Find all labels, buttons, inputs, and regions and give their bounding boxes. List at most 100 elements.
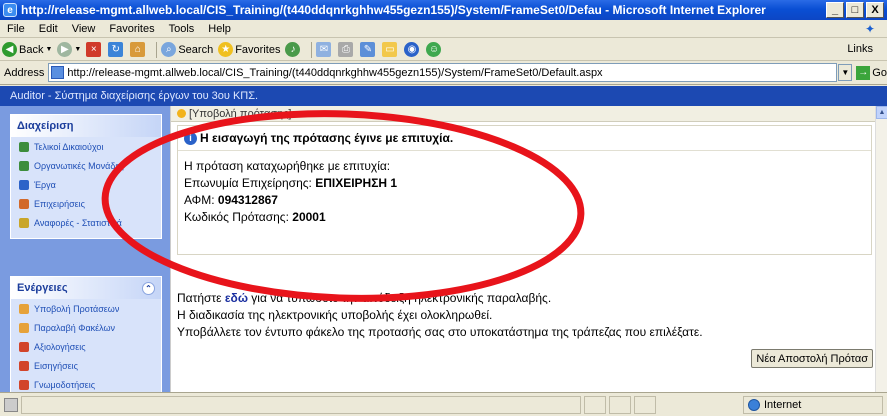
sidebar-item-receive-folders[interactable]: Παραλαβή Φακέλων xyxy=(11,318,161,337)
address-input[interactable]: http://release-mgmt.allweb.local/CIS_Tra… xyxy=(48,63,838,82)
windows-flag-icon: ✦ xyxy=(865,22,876,36)
management-panel-title: Διαχείριση xyxy=(17,120,74,132)
detail-line: Επωνυμία Επιχείρησης: ΕΠΙΧΕΙΡΗΣΗ 1 xyxy=(184,175,871,192)
forward-arrow-icon: ▶ xyxy=(57,42,73,57)
sidebar-item-label: Αναφορές - Στατιστικά xyxy=(34,217,122,228)
success-title: i Η εισαγωγή της πρότασης έγινε με επιτυ… xyxy=(178,126,871,151)
collapse-icon[interactable]: ⌃ xyxy=(142,281,155,295)
search-label: Search xyxy=(178,43,214,56)
close-button[interactable]: X xyxy=(866,2,884,18)
address-dropdown-button[interactable]: ▼ xyxy=(838,64,853,81)
scroll-up-icon[interactable]: ▲ xyxy=(876,106,887,119)
sidebar-item-label: Εισηγήσεις xyxy=(34,360,78,371)
star-icon: ★ xyxy=(218,42,234,57)
printer-icon: ⎙ xyxy=(338,42,354,57)
sidebar-item-businesses[interactable]: Επιχειρήσεις xyxy=(11,194,161,213)
menu-view[interactable]: View xyxy=(65,23,103,35)
instructions: Πατήστε εδώ για να τυπώσετε την απόδειξη… xyxy=(177,290,703,341)
go-label: Go xyxy=(872,66,887,79)
edit-button[interactable]: ✎ xyxy=(360,42,377,57)
title-bar: e http://release-mgmt.allweb.local/CIS_T… xyxy=(0,0,887,20)
back-button[interactable]: ◀ Back ▼ xyxy=(2,42,52,57)
sidebar-item-org-units[interactable]: Οργανωτικές Μονάδες xyxy=(11,156,161,175)
home-icon: ⌂ xyxy=(130,42,146,57)
sidebar-item-reports[interactable]: Αναφορές - Στατιστικά xyxy=(11,213,161,232)
actions-panel-title: Ενέργειες xyxy=(17,282,68,294)
back-arrow-icon: ◀ xyxy=(2,42,17,57)
mail-button[interactable]: ✉ xyxy=(316,42,333,57)
messenger-button[interactable]: ☺ xyxy=(426,42,443,57)
print-receipt-link[interactable]: εδώ xyxy=(225,291,248,305)
project-icon xyxy=(19,179,29,190)
new-submission-button[interactable]: Νέα Αποστολή Πρότασ xyxy=(751,349,873,368)
print-button[interactable]: ⎙ xyxy=(338,42,355,57)
submit-icon xyxy=(19,303,29,314)
status-cell xyxy=(609,395,631,414)
toolbar: ◀ Back ▼ ▶ ▼ × ↻ ⌂ ⌕ Search ★ Favorites … xyxy=(0,39,887,61)
instruction-line: Η διαδικασία της ηλεκτρονικής υποβολής έ… xyxy=(177,308,493,322)
people-icon xyxy=(19,141,29,152)
sidebar-item-submit-proposals[interactable]: Υποβολή Προτάσεων xyxy=(11,299,161,318)
success-title-text: Η εισαγωγή της πρότασης έγινε με επιτυχί… xyxy=(200,131,454,145)
tax-id-value: 094312867 xyxy=(217,193,278,207)
status-text-cell xyxy=(21,395,581,414)
success-message-box: i Η εισαγωγή της πρότασης έγινε με επιτυ… xyxy=(177,125,872,255)
status-cell xyxy=(584,395,606,414)
security-zone: Internet xyxy=(743,396,883,414)
messenger-icon: ☺ xyxy=(426,42,442,57)
minimize-button[interactable]: _ xyxy=(826,2,844,18)
sidebar-item-label: Αξιολογήσεις xyxy=(34,341,86,352)
vertical-scrollbar[interactable]: ▲ xyxy=(875,106,887,392)
menu-edit[interactable]: Edit xyxy=(32,23,65,35)
favorites-label: Favorites xyxy=(235,43,281,56)
favorites-button[interactable]: ★ Favorites xyxy=(218,42,280,57)
mail-icon: ✉ xyxy=(316,42,332,57)
folder-button[interactable]: ▭ xyxy=(382,42,399,57)
sidebar-item-label: Υποβολή Προτάσεων xyxy=(34,303,120,314)
menu-favorites[interactable]: Favorites xyxy=(102,23,161,35)
sidebar-item-opinions[interactable]: Γνωμοδοτήσεις xyxy=(11,375,161,392)
management-panel: Διαχείριση Τελικοί Δικαιούχοι Οργανωτικέ… xyxy=(10,114,162,239)
actions-panel-header[interactable]: Ενέργειες ⌃ xyxy=(11,277,161,299)
menu-help[interactable]: Help xyxy=(201,23,238,35)
sidebar-item-recommendations[interactable]: Εισηγήσεις xyxy=(11,356,161,375)
address-bar: Address http://release-mgmt.allweb.local… xyxy=(0,61,887,85)
sidebar-item-evaluations[interactable]: Αξιολογήσεις xyxy=(11,337,161,356)
actions-panel: Ενέργειες ⌃ Υποβολή Προτάσεων Παραλαβή Φ… xyxy=(10,276,162,392)
sidebar-item-label: Τελικοί Δικαιούχοι xyxy=(34,141,104,152)
receive-icon xyxy=(19,322,29,333)
management-panel-header[interactable]: Διαχείριση xyxy=(11,115,161,137)
media-icon: ♪ xyxy=(285,42,301,57)
sidebar: Διαχείριση Τελικοί Δικαιούχοι Οργανωτικέ… xyxy=(0,106,170,392)
menu-tools[interactable]: Tools xyxy=(162,23,202,35)
media-button[interactable]: ♪ xyxy=(285,42,302,57)
sidebar-item-final-beneficiaries[interactable]: Τελικοί Δικαιούχοι xyxy=(11,137,161,156)
status-bar: Internet xyxy=(0,392,887,416)
recommendation-icon xyxy=(19,360,29,371)
instruction-line: Υποβάλλετε τον έντυπο φάκελο της προτασή… xyxy=(177,325,703,339)
research-button[interactable]: ◉ xyxy=(404,42,421,57)
links-label[interactable]: Links xyxy=(847,43,873,55)
menu-file[interactable]: File xyxy=(0,23,32,35)
stop-button[interactable]: × xyxy=(86,42,103,57)
folder-icon: ▭ xyxy=(382,42,398,57)
sidebar-item-label: Επιχειρήσεις xyxy=(34,198,85,209)
opinion-icon xyxy=(19,379,29,390)
search-button[interactable]: ⌕ Search xyxy=(161,42,213,57)
maximize-button[interactable]: □ xyxy=(846,2,864,18)
instruction-text: για να τυπώσετε την απόδειξη ηλεκτρονική… xyxy=(247,291,552,305)
sidebar-item-projects[interactable]: Έργα xyxy=(11,175,161,194)
back-label: Back xyxy=(19,43,44,56)
refresh-button[interactable]: ↻ xyxy=(108,42,125,57)
evaluation-icon xyxy=(19,341,29,352)
status-cell xyxy=(634,395,656,414)
people-icon xyxy=(19,160,29,171)
section-header: [Υποβολή πρότασης] xyxy=(171,106,875,122)
home-button[interactable]: ⌂ xyxy=(130,42,147,57)
go-arrow-icon: → xyxy=(856,65,871,80)
forward-button[interactable]: ▶ ▼ xyxy=(57,42,81,57)
go-button[interactable]: → Go xyxy=(856,65,887,80)
search-icon: ⌕ xyxy=(161,42,177,57)
menu-bar: File Edit View Favorites Tools Help ✦ xyxy=(0,20,887,38)
page-icon xyxy=(51,66,65,79)
